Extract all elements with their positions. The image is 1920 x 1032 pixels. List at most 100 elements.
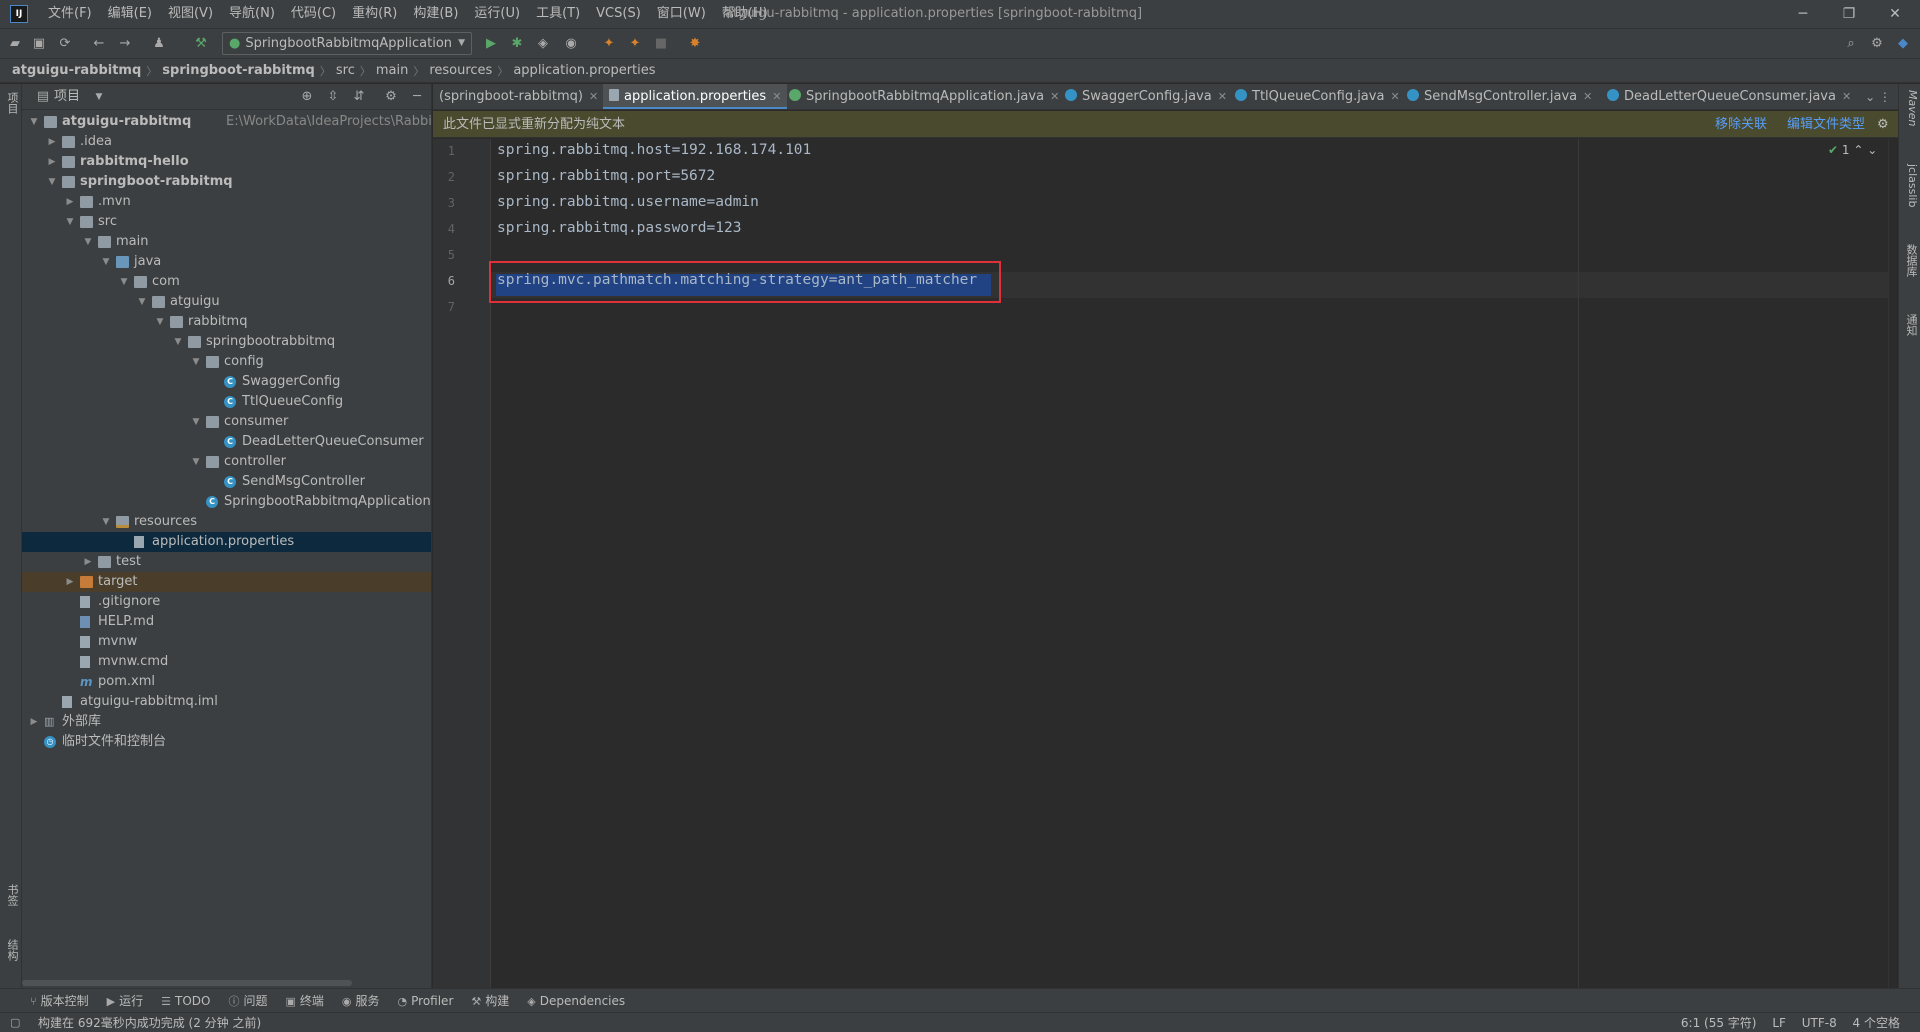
toggle-tool-windows-icon[interactable]: ▢: [10, 1013, 20, 1032]
close-icon[interactable]: ✕: [1050, 90, 1059, 103]
tree-node[interactable]: ▶ .idea: [22, 132, 431, 152]
chevron-down-icon[interactable]: ▼: [64, 212, 76, 232]
chevron-right-icon[interactable]: ▶: [64, 192, 76, 212]
plugin-icon[interactable]: ✸: [686, 35, 704, 53]
remove-association-link[interactable]: 移除关联: [1715, 111, 1767, 138]
chevron-down-icon[interactable]: ▼: [46, 172, 58, 192]
user-icon[interactable]: ♟: [150, 35, 168, 53]
chevron-down-icon[interactable]: ▼: [28, 112, 40, 132]
editor-tab[interactable]: SwaggerConfig.java ✕: [1059, 84, 1233, 109]
breadcrumb-item[interactable]: resources: [429, 63, 492, 78]
locate-file-icon[interactable]: ⊕: [298, 88, 316, 106]
tree-node[interactable]: ▼ com: [22, 272, 431, 292]
expand-all-icon[interactable]: ⇳: [324, 88, 342, 106]
tool-tab-problems[interactable]: ⓘ 问题: [228, 992, 267, 1009]
tree-node[interactable]: ▼ java: [22, 252, 431, 272]
editor-tab[interactable]: DeadLetterQueueConsumer.java ✕: [1601, 84, 1857, 109]
build-hammer-icon[interactable]: ⚒: [192, 35, 210, 53]
tree-node[interactable]: ▼ config: [22, 352, 431, 372]
close-window-button[interactable]: ✕: [1872, 0, 1918, 28]
chevron-right-icon[interactable]: ▶: [64, 572, 76, 592]
tree-node[interactable]: mvnw.cmd: [22, 652, 431, 672]
gear-icon[interactable]: ⚙: [382, 88, 400, 106]
save-icon[interactable]: ▣: [30, 35, 48, 53]
tool-tab-run[interactable]: ▶ 运行: [107, 992, 143, 1009]
tree-node[interactable]: C SwaggerConfig: [22, 372, 431, 392]
menu-window[interactable]: 窗口(W): [649, 0, 714, 28]
chevron-right-icon[interactable]: ▶: [28, 712, 40, 732]
chevron-down-icon[interactable]: ▼: [154, 312, 166, 332]
horizontal-scrollbar[interactable]: [22, 980, 352, 986]
tree-node[interactable]: C SpringbootRabbitmqApplication: [22, 492, 431, 512]
tool-tab-terminal[interactable]: ▣ 终端: [285, 992, 323, 1009]
run-config-select[interactable]: ● SpringbootRabbitmqApplication ▼: [222, 32, 472, 55]
menu-build[interactable]: 构建(B): [405, 0, 466, 28]
tree-node[interactable]: ▼ springboot-rabbitmq: [22, 172, 431, 192]
tab-list-chevron-icon[interactable]: ⌄ ⋮: [1858, 84, 1898, 109]
tree-node[interactable]: ▶ test: [22, 552, 431, 572]
gear-icon[interactable]: ⚙: [1868, 35, 1886, 53]
tree-node[interactable]: m pom.xml: [22, 672, 431, 692]
close-icon[interactable]: ✕: [1390, 90, 1399, 103]
menu-edit[interactable]: 编辑(E): [100, 0, 160, 28]
tool-tab-build[interactable]: ⚒ 构建: [471, 992, 509, 1009]
tree-node[interactable]: C TtlQueueConfig: [22, 392, 431, 412]
tool-tab-profiler[interactable]: ◔ Profiler: [398, 994, 454, 1008]
hide-panel-icon[interactable]: ─: [408, 88, 426, 106]
tree-node[interactable]: ▼ atguigu-rabbitmq E:\WorkData\IdeaProject…: [22, 112, 431, 132]
breadcrumb-item[interactable]: src: [336, 63, 355, 78]
breadcrumb-item[interactable]: atguigu-rabbitmq: [12, 63, 141, 78]
tree-node[interactable]: HELP.md: [22, 612, 431, 632]
vertical-scrollbar[interactable]: [1888, 139, 1898, 988]
breadcrumb-item[interactable]: application.properties: [513, 63, 655, 78]
close-icon[interactable]: ✕: [589, 90, 598, 103]
chevron-down-icon[interactable]: ▼: [118, 272, 130, 292]
attach-debugger-icon[interactable]: ✦: [600, 35, 618, 53]
edit-file-type-link[interactable]: 编辑文件类型: [1787, 111, 1865, 138]
chevron-down-icon[interactable]: ▼: [100, 512, 112, 532]
chevron-down-icon[interactable]: ▼: [82, 232, 94, 252]
open-folder-icon[interactable]: ▰: [6, 35, 24, 53]
menu-navigate[interactable]: 导航(N): [221, 0, 283, 28]
chevron-down-icon[interactable]: ▼: [190, 352, 202, 372]
profile-icon[interactable]: ◉: [562, 35, 580, 53]
maven-tool-tab[interactable]: Maven: [1901, 90, 1919, 126]
menu-run[interactable]: 运行(U): [466, 0, 528, 28]
breadcrumb-item[interactable]: main: [376, 63, 408, 78]
close-icon[interactable]: ✕: [1842, 90, 1851, 103]
hotswap-icon[interactable]: ✦: [626, 35, 644, 53]
tree-node[interactable]: ▼ rabbitmq: [22, 312, 431, 332]
tree-node[interactable]: ▼ resources: [22, 512, 431, 532]
tree-node[interactable]: C SendMsgController: [22, 472, 431, 492]
project-panel-title[interactable]: 项目: [54, 84, 80, 110]
chevron-right-icon[interactable]: ▶: [46, 152, 58, 172]
bookmarks-tool-tab[interactable]: 书签: [2, 884, 20, 906]
editor-tab[interactable]: SpringbootRabbitmqApplication.java ✕: [783, 84, 1065, 109]
code-line[interactable]: spring.rabbitmq.host=192.168.174.101: [497, 142, 811, 158]
tree-node[interactable]: ▼ springbootrabbitmq: [22, 332, 431, 352]
forward-arrow-icon[interactable]: →: [116, 35, 134, 53]
jetbrains-toolbox-icon[interactable]: ◆: [1894, 35, 1912, 53]
search-icon[interactable]: ⌕: [1842, 35, 1860, 53]
notifications-tool-tab[interactable]: 通知: [1901, 314, 1919, 336]
tree-node[interactable]: ▼ consumer: [22, 412, 431, 432]
file-encoding[interactable]: UTF-8: [1802, 1016, 1837, 1030]
close-icon[interactable]: ✕: [1218, 90, 1227, 103]
tree-node[interactable]: ▶ target: [22, 572, 431, 592]
tree-node[interactable]: ▼ src: [22, 212, 431, 232]
code-line[interactable]: spring.rabbitmq.password=123: [497, 220, 741, 236]
tree-node[interactable]: ▶ .mvn: [22, 192, 431, 212]
indent-setting[interactable]: 4 个空格: [1853, 1016, 1900, 1030]
menu-vcs[interactable]: VCS(S): [588, 0, 649, 28]
close-icon[interactable]: ✕: [772, 90, 781, 103]
editor-tab[interactable]: (springboot-rabbitmq) ✕: [433, 84, 604, 109]
menu-view[interactable]: 视图(V): [160, 0, 221, 28]
chevron-down-icon[interactable]: ▼: [136, 292, 148, 312]
jclasslib-tool-tab[interactable]: jclasslib: [1901, 164, 1919, 207]
tree-node[interactable]: .gitignore: [22, 592, 431, 612]
tree-node[interactable]: ▼ main: [22, 232, 431, 252]
tree-node[interactable]: ▶ ▥ 外部库: [22, 712, 431, 732]
status-message[interactable]: 构建在 692毫秒内成功完成 (2 分钟 之前): [38, 1013, 261, 1032]
tree-node[interactable]: ▶ rabbitmq-hello: [22, 152, 431, 172]
tree-node[interactable]: ◷ 临时文件和控制台: [22, 732, 431, 752]
